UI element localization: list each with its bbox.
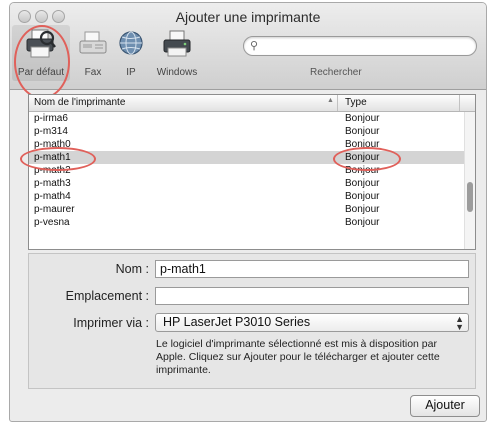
driver-popup[interactable]: HP LaserJet P3010 Series ▲ ▼ [155,313,469,332]
location-label: Emplacement : [65,289,149,303]
printer-type: Bonjour [345,204,380,215]
toolbar-windows-label: Windows [156,67,198,78]
highlight-circle-name [20,147,96,171]
printer-type: Bonjour [345,178,380,189]
list-item[interactable]: p-m314 Bonjour [29,125,464,138]
column-divider [337,95,338,111]
printer-info-panel: Nom : Emplacement : Imprimer via : HP La… [28,253,476,389]
toolbar: Ajouter une imprimante Par défaut Fax IP… [10,3,486,90]
toolbar-fax-label: Fax [84,67,102,78]
printer-type: Bonjour [345,126,380,137]
printer-name: p-math3 [34,178,71,189]
highlight-circle-default [14,25,70,99]
printer-name: p-irma6 [34,113,68,124]
printer-type: Bonjour [345,113,380,124]
printer-name: p-maurer [34,204,75,215]
list-item[interactable]: p-math4 Bonjour [29,190,464,203]
add-printer-window: Ajouter une imprimante Par défaut Fax IP… [9,2,487,422]
name-field[interactable] [155,260,469,278]
list-item[interactable]: p-irma6 Bonjour [29,112,464,125]
search-label: Rechercher [310,67,362,78]
printer-name: p-vesna [34,217,70,228]
list-item[interactable]: p-math2 Bonjour [29,164,464,177]
add-button[interactable]: Ajouter [410,395,480,417]
use-label: Imprimer via : [73,316,149,330]
printer-name: p-math4 [34,191,71,202]
printer-list[interactable]: Nom de l'imprimante ▲ Type p-irma6 Bonjo… [28,94,476,250]
location-field[interactable] [155,287,469,305]
windows-printer-icon [163,30,191,57]
column-header-type[interactable]: Type [345,97,367,108]
window-title: Ajouter une imprimante [175,9,321,25]
list-item[interactable]: p-math0 Bonjour [29,138,464,151]
list-scrollbar[interactable] [464,112,475,249]
toolbar-windows-button[interactable]: Windows [152,25,202,81]
globe-icon [119,31,143,55]
search-field[interactable]: ⚲ [243,36,477,56]
printer-type: Bonjour [345,191,380,202]
toolbar-ip-label: IP [126,67,136,78]
driver-note: Le logiciel d'imprimante sélectionné est… [156,338,440,376]
sort-ascending-icon: ▲ [327,97,334,104]
printer-type: Bonjour [345,217,380,228]
printer-name: p-m314 [34,126,68,137]
driver-popup-value: HP LaserJet P3010 Series [163,315,311,329]
fax-icon [79,31,107,54]
list-item[interactable]: p-maurer Bonjour [29,203,464,216]
column-header-name[interactable]: Nom de l'imprimante [34,97,125,108]
scroll-thumb[interactable] [467,182,473,212]
column-divider [459,95,460,111]
highlight-circle-type [333,147,401,171]
toolbar-fax-button[interactable]: Fax [76,25,110,81]
list-item[interactable]: p-math3 Bonjour [29,177,464,190]
search-icon: ⚲ [250,40,259,52]
popup-arrows-icon: ▲ ▼ [455,314,464,332]
name-label: Nom : [115,262,149,276]
list-item[interactable]: p-vesna Bonjour [29,216,464,229]
toolbar-ip-button[interactable]: IP [116,25,146,81]
list-header: Nom de l'imprimante ▲ Type [29,95,475,112]
